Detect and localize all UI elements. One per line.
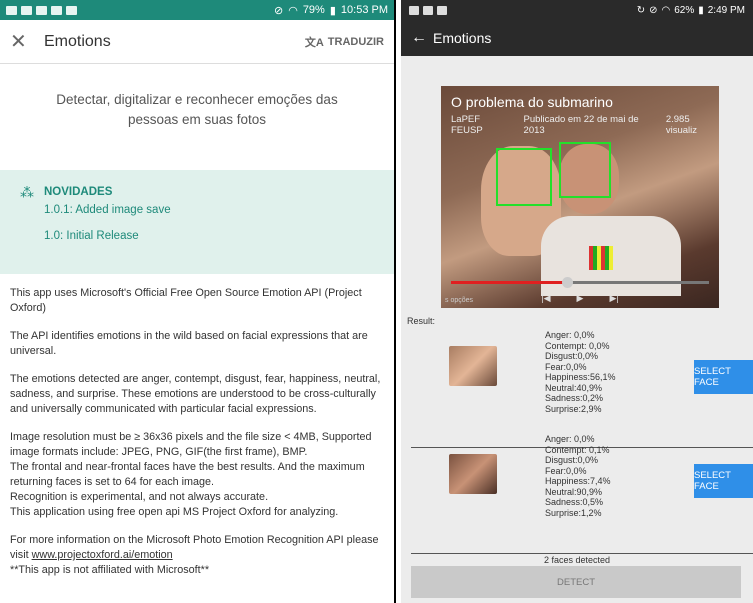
page-title: Emotions	[433, 30, 492, 46]
emotion-stats: Anger: 0,0% Contempt: 0,0% Disgust:0,0% …	[545, 330, 616, 414]
face-result-row: Anger: 0,0% Contempt: 0,1% Disgust:0,0% …	[411, 430, 753, 554]
emotion-value: Disgust:0,0%	[545, 351, 599, 361]
select-face-button[interactable]: SELECT FACE	[694, 360, 753, 394]
wifi-icon: ◠	[288, 4, 298, 17]
emotion-value: Anger: 0,0%	[545, 434, 595, 444]
back-arrow-icon[interactable]: ←	[411, 29, 433, 47]
emotion-value: Happiness:7,4%	[545, 476, 611, 486]
right-phone-screen: ↻ ⊘ ◠ 62% ▮ 2:49 PM ← Emotions O problem…	[401, 0, 753, 603]
whats-new-heading: NOVIDADES	[44, 186, 113, 198]
skip-back-icon[interactable]: |◀	[541, 293, 550, 304]
description-paragraph: This app uses Microsoft's Official Free …	[10, 287, 362, 314]
emotion-stats: Anger: 0,0% Contempt: 0,1% Disgust:0,0% …	[545, 434, 611, 518]
notification-icons	[409, 5, 447, 15]
left-phone-screen: ⊘ ◠ 79% ▮ 10:53 PM ✕ Emotions 文A TRADUZI…	[0, 0, 396, 603]
emotion-value: Sadness:0,5%	[545, 497, 604, 507]
select-face-button[interactable]: SELECT FACE	[694, 464, 753, 498]
more-info-link[interactable]: www.projectoxford.ai/emotion	[32, 549, 173, 561]
notification-icon	[423, 5, 433, 15]
video-progress-bar[interactable]	[451, 277, 709, 288]
video-progress-fill	[451, 281, 568, 284]
right-status-bar: ↻ ⊘ ◠ 62% ▮ 2:49 PM	[401, 0, 753, 20]
emotion-value: Happiness:56,1%	[545, 372, 616, 382]
status-time: 10:53 PM	[340, 4, 388, 16]
requirements-line: Image resolution must be ≥ 36x36 pixels …	[10, 431, 372, 458]
faces-detected-count: 2 faces detected	[543, 555, 611, 565]
translate-icon: 文A	[304, 36, 324, 49]
analyzed-photo[interactable]: O problema do submarino LaPEF FEUSP Publ…	[441, 86, 719, 308]
whats-new-item: 1.0: Initial Release	[44, 230, 139, 242]
status-time: 2:49 PM	[707, 4, 745, 16]
close-icon[interactable]: ✕	[10, 29, 44, 54]
skip-forward-icon[interactable]: ▶|	[609, 293, 618, 304]
requirements-line: This application using free open api MS …	[10, 506, 339, 518]
right-app-bar: ← Emotions	[401, 20, 753, 56]
battery-percent: 62%	[674, 4, 695, 16]
emotion-value: Neutral:40,9%	[545, 382, 603, 393]
play-icon[interactable]: ▶	[577, 293, 584, 304]
sparkle-icon: ⁂	[20, 184, 34, 200]
notification-icon	[51, 5, 62, 15]
do-not-disturb-icon: ⊘	[649, 4, 658, 16]
do-not-disturb-icon: ⊘	[273, 4, 284, 17]
emotion-value: Surprise:1,2%	[545, 507, 602, 518]
notification-icon	[66, 5, 77, 15]
face-thumbnail	[449, 346, 497, 386]
face-box	[559, 142, 611, 198]
emotion-value: Neutral:90,9%	[545, 486, 603, 497]
video-views: 2.985 visualiz	[665, 114, 697, 136]
emotion-value: Disgust:0,0%	[545, 455, 599, 465]
translate-label: TRADUZIR	[327, 35, 384, 48]
emotion-value: Anger: 0,0%	[545, 330, 595, 340]
notification-icon	[409, 5, 419, 15]
video-title: O problema do submarino	[451, 94, 613, 110]
requirements-paragraph: Image resolution must be ≥ 36x36 pixels …	[10, 430, 384, 520]
emotion-value: Sadness:0,2%	[545, 393, 604, 403]
battery-icon: ▮	[329, 4, 336, 17]
video-channel: LaPEF FEUSP	[451, 114, 483, 136]
emotion-value: Contempt: 0,1%	[545, 444, 610, 455]
notification-icon	[21, 5, 32, 15]
video-controls: |◀ ▶ ▶|	[441, 293, 719, 304]
notification-icons	[6, 5, 77, 15]
emotion-value: Fear:0,0%	[545, 465, 587, 476]
wifi-icon: ◠	[661, 4, 671, 16]
left-app-bar: ✕ Emotions 文A TRADUZIR	[0, 20, 394, 64]
translate-button[interactable]: 文A TRADUZIR	[305, 34, 384, 50]
face-thumbnail	[449, 454, 497, 494]
description-paragraph: The emotions detected are anger, contemp…	[10, 373, 381, 415]
disclaimer-text: **This app is not affiliated with Micros…	[10, 564, 210, 576]
requirements-line: The frontal and near-frontal faces have …	[10, 461, 365, 488]
whats-new-item: 1.0.1: Added image save	[44, 204, 171, 216]
left-status-bar: ⊘ ◠ 79% ▮ 10:53 PM	[0, 0, 394, 20]
notification-icon	[6, 5, 17, 15]
notification-icon	[437, 5, 447, 15]
battery-icon: ▮	[698, 4, 704, 16]
emotion-value: Surprise:2,9%	[545, 403, 602, 414]
whats-new-section: ⁂ NOVIDADES 1.0.1: Added image save 1.0:…	[0, 170, 394, 274]
face-box	[496, 148, 552, 206]
app-long-description: This app uses Microsoft's Official Free …	[0, 274, 394, 578]
page-title: Emotions	[44, 32, 111, 50]
description-paragraph: The API identifies emotions in the wild …	[10, 330, 368, 357]
sync-icon: ↻	[636, 4, 646, 16]
video-published: Publicado em 22 de mai de 2013	[523, 114, 639, 136]
battery-percent: 79%	[302, 4, 325, 16]
detect-button[interactable]: DETECT	[411, 566, 741, 598]
emotion-value: Fear:0,0%	[545, 361, 587, 372]
video-meta: LaPEF FEUSP Publicado em 22 de mai de 20…	[451, 114, 719, 136]
wristbands-shape	[589, 246, 613, 270]
more-info-paragraph: For more information on the Microsoft Ph…	[10, 533, 384, 578]
emotion-value: Contempt: 0,0%	[545, 340, 610, 351]
app-description: Detectar, digitalizar e reconhecer emoçõ…	[56, 92, 338, 127]
notification-icon	[36, 5, 47, 15]
requirements-line: Recognition is experimental, and not alw…	[10, 491, 269, 503]
